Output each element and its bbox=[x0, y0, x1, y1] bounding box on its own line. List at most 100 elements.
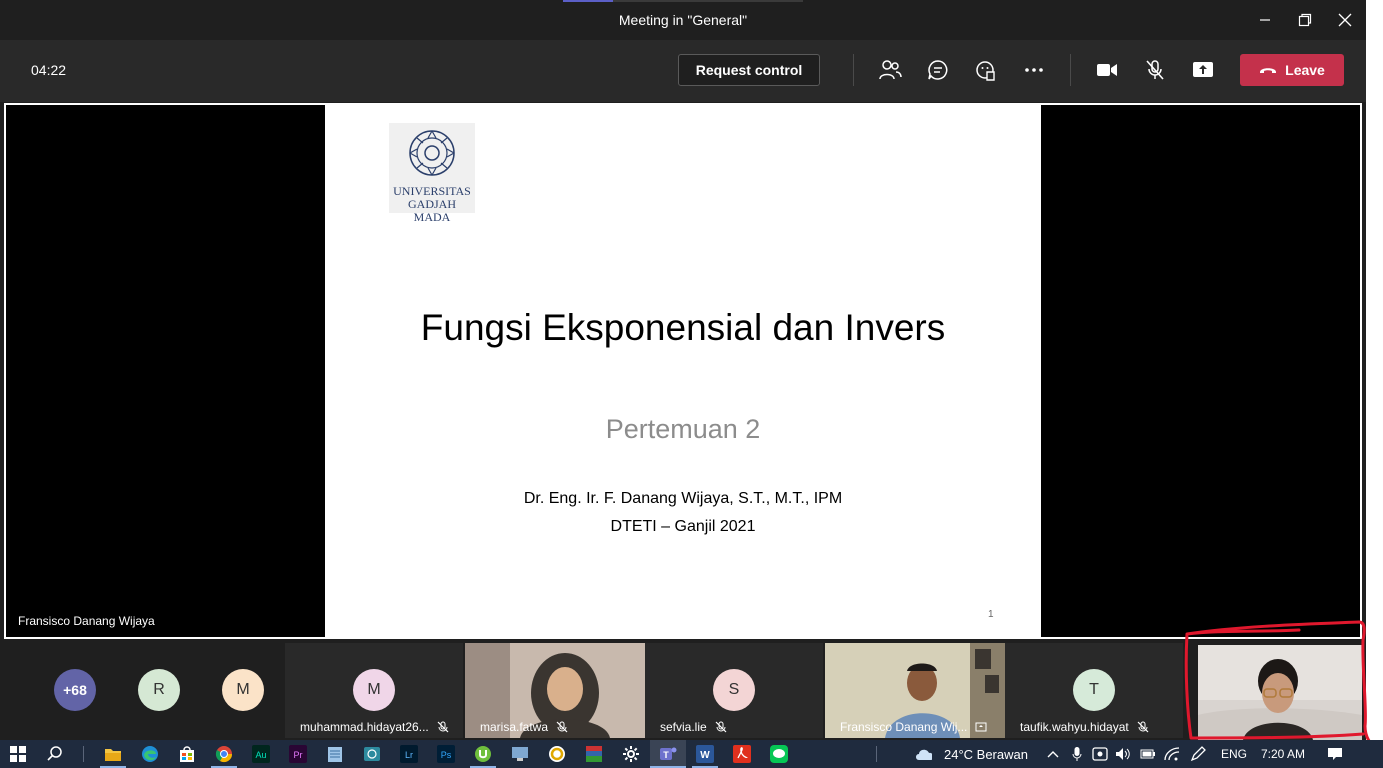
slide-subtitle: Pertemuan 2 bbox=[605, 414, 761, 444]
meeting-timer: 04:22 bbox=[31, 62, 67, 78]
line-chat-icon[interactable] bbox=[770, 745, 788, 763]
ugm-logo-text: UNIVERSITAS GADJAH MADA bbox=[393, 184, 471, 224]
shared-screen-stage[interactable]: UNIVERSITAS GADJAH MADA Fungsi Eksponens… bbox=[4, 103, 1362, 639]
participant-video-tile[interactable]: Fransisco Danang Wij... bbox=[825, 643, 1005, 738]
avatar: M bbox=[353, 669, 395, 711]
ugm-logo: UNIVERSITAS GADJAH MADA bbox=[389, 123, 475, 224]
media-player-icon[interactable] bbox=[363, 745, 381, 763]
slide-term: DTETI – Ganjil 2021 bbox=[610, 518, 756, 535]
svg-text:Ps: Ps bbox=[441, 750, 452, 760]
participant-name-text: taufik.wahyu.hidayat bbox=[1020, 720, 1129, 734]
participant-name-text: Fransisco Danang Wij... bbox=[840, 720, 968, 734]
leave-label: Leave bbox=[1285, 62, 1325, 78]
participant-strip: +68 R M M muhammad.hidayat26... marisa.f… bbox=[0, 641, 1366, 740]
svg-text:Pr: Pr bbox=[294, 750, 303, 760]
teams-meeting-window: Meeting in "General" 04:22 Request contr… bbox=[0, 0, 1366, 740]
utorrent-icon[interactable] bbox=[474, 745, 492, 763]
taskbar-divider bbox=[876, 746, 877, 762]
notepad-icon[interactable] bbox=[326, 745, 344, 763]
weather-text[interactable]: 24°C Berawan bbox=[944, 747, 1028, 762]
share-screen-icon[interactable] bbox=[1190, 57, 1216, 83]
sharing-icon bbox=[975, 722, 987, 732]
volume-icon[interactable] bbox=[1114, 745, 1132, 763]
mic-off-icon bbox=[715, 721, 727, 733]
slide-title: Fungsi Eksponensial dan Invers bbox=[420, 307, 946, 348]
photoshop-icon[interactable]: Ps bbox=[437, 745, 455, 763]
premiere-icon[interactable]: Pr bbox=[289, 745, 307, 763]
clock-time[interactable]: 7:20 AM bbox=[1261, 747, 1305, 761]
ugm-emblem-icon bbox=[409, 130, 455, 176]
more-participants-badge[interactable]: +68 bbox=[54, 669, 96, 711]
participant-tile[interactable]: T taufik.wahyu.hidayat bbox=[1005, 643, 1183, 738]
windows-start-icon[interactable] bbox=[9, 745, 27, 763]
slide-author: Dr. Eng. Ir. F. Danang Wijaya, S.T., M.T… bbox=[523, 490, 843, 507]
chrome-icon[interactable] bbox=[215, 745, 233, 763]
audition-icon[interactable]: Au bbox=[252, 745, 270, 763]
lightroom-icon[interactable]: Lr bbox=[400, 745, 418, 763]
avatar[interactable]: M bbox=[222, 669, 264, 711]
file-explorer-icon[interactable] bbox=[104, 745, 122, 763]
remote-desktop-icon[interactable] bbox=[511, 745, 529, 763]
leave-button[interactable]: Leave bbox=[1240, 54, 1344, 86]
opera-icon[interactable] bbox=[548, 745, 566, 763]
wifi-icon[interactable] bbox=[1163, 745, 1181, 763]
participant-name: taufik.wahyu.hidayat bbox=[1020, 720, 1149, 734]
weather-cloud-icon bbox=[914, 745, 932, 763]
participant-name-text: sefvia.lie bbox=[660, 720, 707, 734]
restore-icon[interactable] bbox=[1295, 10, 1315, 30]
window-edge bbox=[1366, 0, 1383, 740]
notifications-icon[interactable] bbox=[1326, 745, 1344, 763]
participant-tile[interactable]: S sefvia.lie bbox=[645, 643, 823, 738]
svg-text:Lr: Lr bbox=[405, 750, 413, 760]
pen-icon[interactable] bbox=[1189, 745, 1207, 763]
mic-off-icon bbox=[556, 721, 568, 733]
toolbar-divider bbox=[1070, 54, 1071, 86]
participant-video-tile[interactable]: marisa.fatwa bbox=[465, 643, 645, 738]
avatar[interactable]: R bbox=[138, 669, 180, 711]
hang-up-icon bbox=[1260, 68, 1277, 73]
request-control-button[interactable]: Request control bbox=[678, 54, 820, 86]
winrar-icon[interactable] bbox=[585, 745, 603, 763]
self-view-video[interactable] bbox=[1198, 645, 1362, 740]
mic-off-icon bbox=[437, 721, 449, 733]
word-icon[interactable]: W bbox=[696, 745, 714, 763]
chevron-up-icon[interactable] bbox=[1044, 745, 1062, 763]
slide-page-number: 1 bbox=[988, 609, 994, 620]
battery-icon[interactable] bbox=[1139, 745, 1157, 763]
store-icon[interactable] bbox=[178, 745, 196, 763]
camera-tray-icon[interactable] bbox=[1091, 745, 1109, 763]
participant-name: sefvia.lie bbox=[660, 720, 727, 734]
settings-gear-icon[interactable] bbox=[622, 745, 640, 763]
title-accent-track bbox=[613, 0, 803, 2]
title-accent bbox=[563, 0, 613, 2]
windows-taskbar: Au Pr Lr Ps T W 24°C Berawan ENG 7:20 AM bbox=[0, 740, 1383, 768]
participant-name: muhammad.hidayat26... bbox=[300, 720, 449, 734]
participant-name: Fransisco Danang Wij... bbox=[840, 720, 987, 734]
mic-muted-icon[interactable] bbox=[1142, 57, 1168, 83]
more-options-icon[interactable] bbox=[1021, 57, 1047, 83]
taskbar-divider bbox=[83, 746, 84, 762]
acrobat-icon[interactable] bbox=[733, 745, 751, 763]
microphone-icon[interactable] bbox=[1068, 745, 1086, 763]
active-app-highlight bbox=[650, 740, 686, 768]
avatar: T bbox=[1073, 669, 1115, 711]
edge-browser-icon[interactable] bbox=[141, 745, 159, 763]
svg-text:W: W bbox=[700, 750, 710, 761]
close-icon[interactable] bbox=[1335, 10, 1355, 30]
participant-tile[interactable]: M muhammad.hidayat26... bbox=[285, 643, 463, 738]
participants-icon[interactable] bbox=[877, 57, 903, 83]
svg-text:Au: Au bbox=[255, 750, 266, 760]
input-language[interactable]: ENG bbox=[1221, 747, 1247, 761]
toolbar-divider bbox=[853, 54, 854, 86]
presenter-name: Fransisco Danang Wijaya bbox=[18, 614, 155, 628]
title-bar: Meeting in "General" bbox=[0, 0, 1366, 40]
search-icon[interactable] bbox=[46, 745, 64, 763]
reactions-icon[interactable] bbox=[973, 57, 999, 83]
avatar: S bbox=[713, 669, 755, 711]
minimize-icon[interactable] bbox=[1255, 10, 1275, 30]
chat-icon[interactable] bbox=[925, 57, 951, 83]
camera-icon[interactable] bbox=[1094, 57, 1120, 83]
participant-name: marisa.fatwa bbox=[480, 720, 568, 734]
meeting-toolbar: 04:22 Request control Leave bbox=[0, 40, 1366, 102]
mic-off-icon bbox=[1137, 721, 1149, 733]
